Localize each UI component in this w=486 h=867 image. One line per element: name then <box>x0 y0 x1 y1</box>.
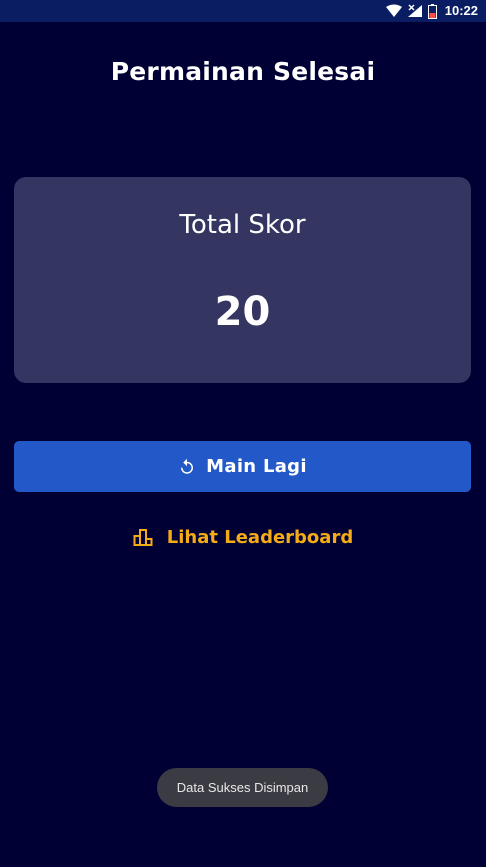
score-value: 20 <box>214 289 271 335</box>
toast-message: Data Sukses Disimpan <box>176 780 309 795</box>
wifi-icon <box>385 4 402 18</box>
status-bar: 10:22 <box>0 0 486 22</box>
play-again-label: Main Lagi <box>206 456 307 477</box>
toast: Data Sukses Disimpan <box>157 768 328 807</box>
score-card: Total Skor 20 <box>14 177 471 383</box>
replay-icon <box>178 458 196 476</box>
play-again-button[interactable]: Main Lagi <box>14 441 471 492</box>
leaderboard-button[interactable]: Lihat Leaderboard <box>0 522 486 552</box>
status-icons: 10:22 <box>385 3 478 19</box>
leaderboard-label: Lihat Leaderboard <box>166 526 354 548</box>
status-time: 10:22 <box>444 3 478 18</box>
battery-icon <box>427 3 437 19</box>
page-title: Permainan Selesai <box>110 57 376 86</box>
signal-icon <box>407 4 423 18</box>
leaderboard-icon <box>133 528 153 546</box>
score-label: Total Skor <box>179 210 306 240</box>
